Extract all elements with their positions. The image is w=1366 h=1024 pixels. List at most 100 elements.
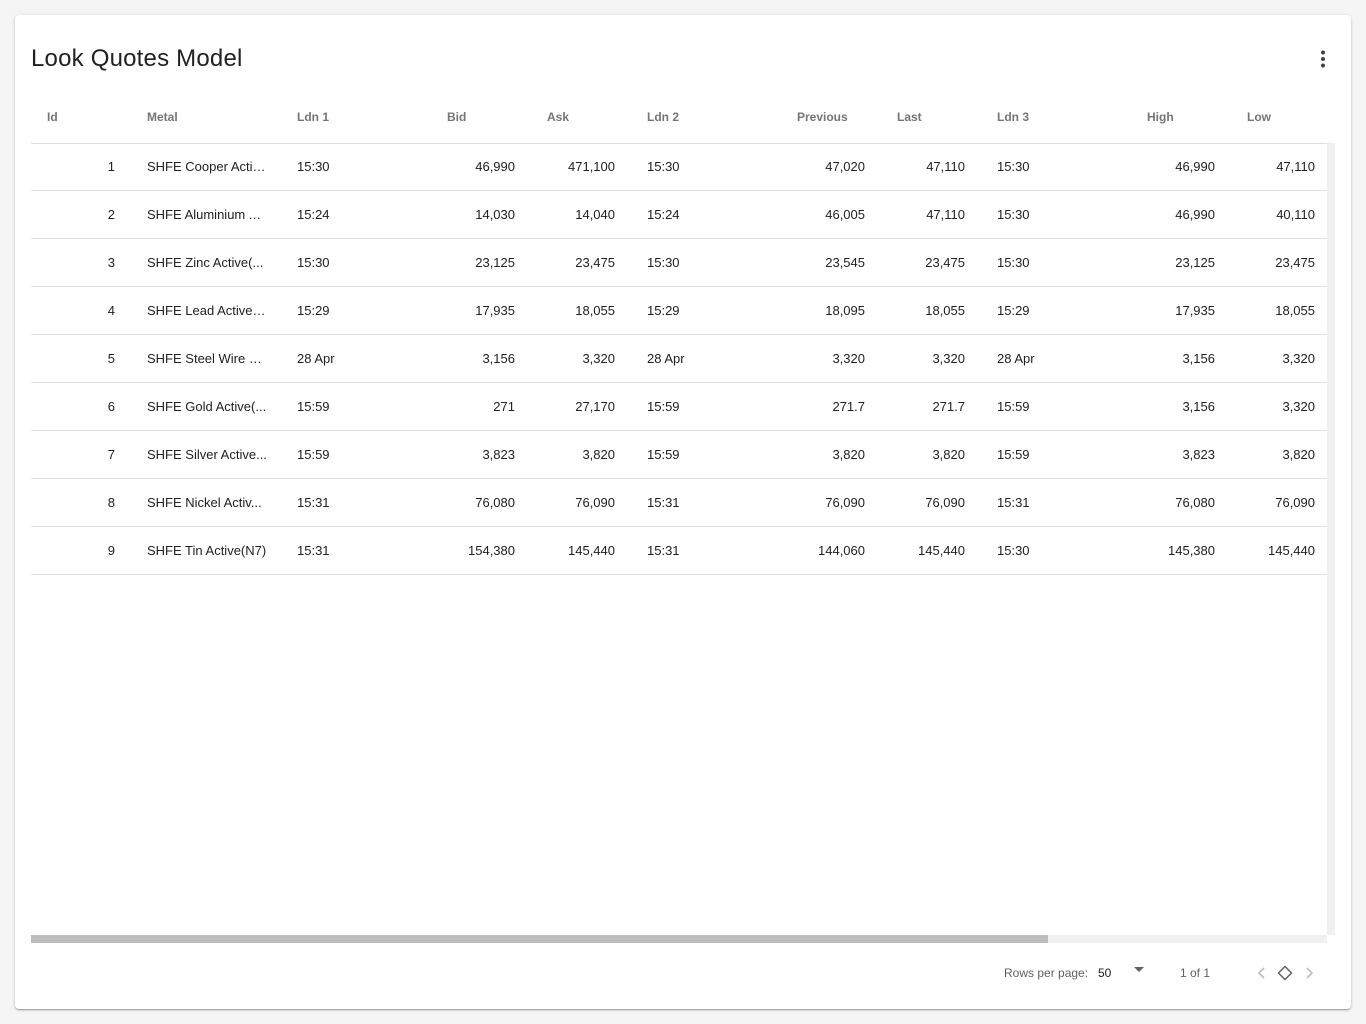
cell-ldn2[interactable]: 15:24: [647, 191, 767, 238]
cell-ldn2[interactable]: 15:59: [647, 383, 767, 430]
cell-previous[interactable]: 47,020: [781, 143, 865, 190]
cell-ask[interactable]: 23,475: [531, 239, 615, 286]
cell-ldn3[interactable]: 15:30: [997, 191, 1117, 238]
cell-last[interactable]: 271.7: [881, 383, 965, 430]
cell-previous[interactable]: 271.7: [781, 383, 865, 430]
cell-bid[interactable]: 3,823: [431, 431, 515, 478]
cell-ldn1[interactable]: 28 Apr: [297, 335, 417, 382]
cell-ask[interactable]: 3,320: [531, 335, 615, 382]
cell-low[interactable]: 76,090: [1231, 479, 1315, 526]
cell-ldn3[interactable]: 15:30: [997, 239, 1117, 286]
cell-high[interactable]: 46,990: [1131, 191, 1215, 238]
cell-high[interactable]: 3,156: [1131, 383, 1215, 430]
vertical-scrollbar[interactable]: [1327, 143, 1335, 935]
cell-ask[interactable]: 145,440: [531, 527, 615, 574]
cell-previous[interactable]: 46,005: [781, 191, 865, 238]
cell-ldn3[interactable]: 15:30: [997, 143, 1117, 190]
cell-metal[interactable]: SHFE Gold Active(...: [147, 383, 267, 430]
more-options-button[interactable]: [1309, 45, 1337, 73]
cell-low[interactable]: 23,475: [1231, 239, 1315, 286]
cell-high[interactable]: 17,935: [1131, 287, 1215, 334]
cell-ask[interactable]: 76,090: [531, 479, 615, 526]
cell-metal[interactable]: SHFE Nickel Activ...: [147, 479, 267, 526]
table-row[interactable]: 1 SHFE Cooper Activ... 15:30 46,990 471,100 1…: [31, 143, 1327, 191]
cell-ldn2[interactable]: 15:29: [647, 287, 767, 334]
cell-metal[interactable]: SHFE Silver Active...: [147, 431, 267, 478]
cell-last[interactable]: 18,055: [881, 287, 965, 334]
table-row[interactable]: 8 SHFE Nickel Activ... 15:31 76,080 76,090 15…: [31, 479, 1327, 527]
cell-ldn1[interactable]: 15:30: [297, 239, 417, 286]
cell-ldn2[interactable]: 15:31: [647, 479, 767, 526]
cell-ldn3[interactable]: 28 Apr: [997, 335, 1117, 382]
cell-ldn2[interactable]: 15:31: [647, 527, 767, 574]
cell-bid[interactable]: 271: [431, 383, 515, 430]
column-header-metal[interactable]: Metal: [147, 103, 178, 143]
column-header-high[interactable]: High: [1147, 103, 1174, 143]
cell-low[interactable]: 40,110: [1231, 191, 1315, 238]
column-header-previous[interactable]: Previous: [797, 103, 848, 143]
cell-bid[interactable]: 76,080: [431, 479, 515, 526]
cell-ldn2[interactable]: 15:59: [647, 431, 767, 478]
cell-low[interactable]: 145,440: [1231, 527, 1315, 574]
cell-low[interactable]: 47,110: [1231, 143, 1315, 190]
cell-id[interactable]: 4: [47, 287, 115, 334]
column-header-id[interactable]: Id: [47, 103, 58, 143]
table-row[interactable]: 3 SHFE Zinc Active(... 15:30 23,125 23,475 15…: [31, 239, 1327, 287]
cell-low[interactable]: 3,820: [1231, 431, 1315, 478]
cell-low[interactable]: 3,320: [1231, 383, 1315, 430]
table-row[interactable]: 6 SHFE Gold Active(... 15:59 271 27,170 15:59…: [31, 383, 1327, 431]
next-page-button[interactable]: [1299, 961, 1321, 985]
column-header-bid[interactable]: Bid: [447, 103, 466, 143]
cell-ldn1[interactable]: 15:31: [297, 527, 417, 574]
cell-id[interactable]: 8: [47, 479, 115, 526]
cell-previous[interactable]: 23,545: [781, 239, 865, 286]
table-row[interactable]: 7 SHFE Silver Active... 15:59 3,823 3,820 15:…: [31, 431, 1327, 479]
table-row[interactable]: 4 SHFE Lead Active(... 15:29 17,935 18,055 15…: [31, 287, 1327, 335]
cell-ldn2[interactable]: 28 Apr: [647, 335, 767, 382]
cell-bid[interactable]: 14,030: [431, 191, 515, 238]
cell-id[interactable]: 3: [47, 239, 115, 286]
cell-last[interactable]: 47,110: [881, 191, 965, 238]
cell-ldn3[interactable]: 15:29: [997, 287, 1117, 334]
cell-ask[interactable]: 14,040: [531, 191, 615, 238]
cell-high[interactable]: 76,080: [1131, 479, 1215, 526]
cell-id[interactable]: 9: [47, 527, 115, 574]
column-header-ldn1[interactable]: Ldn 1: [297, 103, 329, 143]
cell-bid[interactable]: 3,156: [431, 335, 515, 382]
cell-bid[interactable]: 17,935: [431, 287, 515, 334]
cell-ldn3[interactable]: 15:30: [997, 527, 1117, 574]
cell-previous[interactable]: 76,090: [781, 479, 865, 526]
rows-per-page-select[interactable]: 50: [1098, 961, 1148, 985]
column-header-ldn3[interactable]: Ldn 3: [997, 103, 1029, 143]
cell-bid[interactable]: 154,380: [431, 527, 515, 574]
cell-metal[interactable]: SHFE Tin Active(N7): [147, 527, 267, 574]
cell-metal[interactable]: SHFE Cooper Activ...: [147, 143, 267, 190]
table-row[interactable]: 2 SHFE Aluminium A... 15:24 14,030 14,040 15:…: [31, 191, 1327, 239]
cell-id[interactable]: 2: [47, 191, 115, 238]
column-header-low[interactable]: Low: [1247, 103, 1271, 143]
cell-id[interactable]: 7: [47, 431, 115, 478]
cell-ldn3[interactable]: 15:59: [997, 383, 1117, 430]
column-header-ask[interactable]: Ask: [547, 103, 569, 143]
cell-high[interactable]: 3,156: [1131, 335, 1215, 382]
cell-ldn3[interactable]: 15:59: [997, 431, 1117, 478]
cell-metal[interactable]: SHFE Steel Wire R...: [147, 335, 267, 382]
cell-ask[interactable]: 471,100: [531, 143, 615, 190]
horizontal-scrollbar[interactable]: [31, 935, 1327, 943]
previous-page-button[interactable]: [1250, 961, 1272, 985]
cell-low[interactable]: 18,055: [1231, 287, 1315, 334]
table-row[interactable]: 5 SHFE Steel Wire R... 28 Apr 3,156 3,320 28 …: [31, 335, 1327, 383]
cell-high[interactable]: 23,125: [1131, 239, 1215, 286]
cell-metal[interactable]: SHFE Aluminium A...: [147, 191, 267, 238]
cell-ldn1[interactable]: 15:30: [297, 143, 417, 190]
cell-ldn1[interactable]: 15:59: [297, 431, 417, 478]
cell-metal[interactable]: SHFE Zinc Active(...: [147, 239, 267, 286]
cell-previous[interactable]: 3,820: [781, 431, 865, 478]
cell-id[interactable]: 5: [47, 335, 115, 382]
cell-bid[interactable]: 46,990: [431, 143, 515, 190]
cell-ask[interactable]: 18,055: [531, 287, 615, 334]
cell-ldn1[interactable]: 15:29: [297, 287, 417, 334]
table-row[interactable]: 9 SHFE Tin Active(N7) 15:31 154,380 145,440 1…: [31, 527, 1327, 575]
cell-ldn2[interactable]: 15:30: [647, 239, 767, 286]
cell-high[interactable]: 46,990: [1131, 143, 1215, 190]
